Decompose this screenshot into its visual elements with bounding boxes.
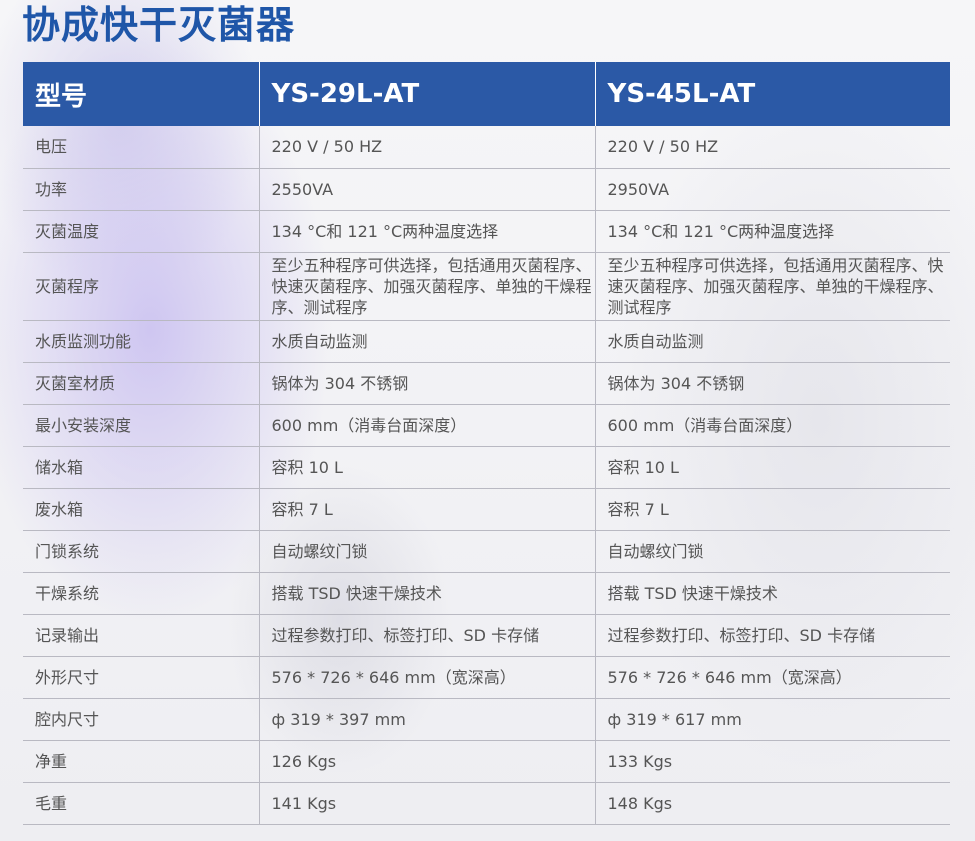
spec-label: 废水箱 — [23, 488, 259, 531]
spec-label: 储水箱 — [23, 446, 259, 489]
spec-label: 灭菌程序 — [23, 252, 259, 321]
spec-label: 最小安装深度 — [23, 404, 259, 447]
spec-value-29l: 576 * 726 * 646 mm（宽深高） — [258, 656, 595, 699]
spec-value-45l: 2950VA — [594, 168, 950, 211]
table-row: 毛重 141 Kgs 148 Kgs — [23, 782, 950, 825]
table-row: 废水箱 容积 7 L 容积 7 L — [23, 488, 950, 531]
spec-value-29l: 搭载 TSD 快速干燥技术 — [258, 572, 595, 615]
spec-label: 功率 — [23, 168, 259, 211]
spec-value-45l: 过程参数打印、标签打印、SD 卡存储 — [594, 614, 950, 657]
spec-value-29l: ф 319 * 397 mm — [258, 698, 595, 741]
table-row: 灭菌程序 至少五种程序可供选择，包括通用灭菌程序、快速灭菌程序、加强灭菌程序、单… — [23, 252, 950, 321]
spec-value-45l: 576 * 726 * 646 mm（宽深高） — [594, 656, 950, 699]
spec-value-45l: ф 319 * 617 mm — [594, 698, 950, 741]
header-model-29l: YS-29L-AT — [258, 62, 595, 126]
spec-value-45l: 容积 7 L — [594, 488, 950, 531]
spec-label: 毛重 — [23, 782, 259, 825]
header-row: 型号 YS-29L-AT YS-45L-AT — [23, 62, 950, 126]
spec-value-45l: 至少五种程序可供选择，包括通用灭菌程序、快速灭菌程序、加强灭菌程序、单独的干燥程… — [594, 252, 950, 321]
spec-value-29l: 水质自动监测 — [258, 320, 595, 363]
spec-label: 水质监测功能 — [23, 320, 259, 363]
table-row: 储水箱 容积 10 L 容积 10 L — [23, 446, 950, 489]
table-row: 记录输出 过程参数打印、标签打印、SD 卡存储 过程参数打印、标签打印、SD 卡… — [23, 614, 950, 657]
table-row: 净重 126 Kgs 133 Kgs — [23, 740, 950, 783]
spec-value-29l: 2550VA — [258, 168, 595, 211]
spec-value-45l: 220 V / 50 HZ — [594, 126, 950, 169]
page-title: 协成快干灭菌器 — [22, 3, 296, 47]
spec-value-45l: 148 Kgs — [594, 782, 950, 825]
spec-table: 型号 YS-29L-AT YS-45L-AT 电压 220 V / 50 HZ … — [23, 62, 950, 825]
table-row: 干燥系统 搭载 TSD 快速干燥技术 搭载 TSD 快速干燥技术 — [23, 572, 950, 615]
spec-value-45l: 水质自动监测 — [594, 320, 950, 363]
table-row: 外形尺寸 576 * 726 * 646 mm（宽深高） 576 * 726 *… — [23, 656, 950, 699]
spec-value-29l: 容积 7 L — [258, 488, 595, 531]
table-row: 最小安装深度 600 mm（消毒台面深度） 600 mm（消毒台面深度） — [23, 404, 950, 447]
spec-value-45l: 锅体为 304 不锈钢 — [594, 362, 950, 405]
table-row: 灭菌室材质 锅体为 304 不锈钢 锅体为 304 不锈钢 — [23, 362, 950, 405]
table-row: 灭菌温度 134 °C和 121 °C两种温度选择 134 °C和 121 °C… — [23, 210, 950, 253]
spec-value-45l: 600 mm（消毒台面深度） — [594, 404, 950, 447]
spec-label: 净重 — [23, 740, 259, 783]
spec-value-45l: 134 °C和 121 °C两种温度选择 — [594, 210, 950, 253]
table-row: 门锁系统 自动螺纹门锁 自动螺纹门锁 — [23, 530, 950, 573]
spec-label: 灭菌室材质 — [23, 362, 259, 405]
spec-value-45l: 搭载 TSD 快速干燥技术 — [594, 572, 950, 615]
spec-label: 外形尺寸 — [23, 656, 259, 699]
spec-value-29l: 过程参数打印、标签打印、SD 卡存储 — [258, 614, 595, 657]
spec-label: 门锁系统 — [23, 530, 259, 573]
spec-value-45l: 133 Kgs — [594, 740, 950, 783]
spec-value-29l: 自动螺纹门锁 — [258, 530, 595, 573]
spec-label: 电压 — [23, 126, 259, 169]
spec-value-29l: 141 Kgs — [258, 782, 595, 825]
table-row: 功率 2550VA 2950VA — [23, 168, 950, 211]
spec-value-45l: 容积 10 L — [594, 446, 950, 489]
table-row: 电压 220 V / 50 HZ 220 V / 50 HZ — [23, 126, 950, 169]
spec-value-29l: 容积 10 L — [258, 446, 595, 489]
header-model-45l: YS-45L-AT — [594, 62, 950, 126]
spec-value-29l: 126 Kgs — [258, 740, 595, 783]
table-row: 腔内尺寸 ф 319 * 397 mm ф 319 * 617 mm — [23, 698, 950, 741]
spec-value-45l: 自动螺纹门锁 — [594, 530, 950, 573]
spec-label: 灭菌温度 — [23, 210, 259, 253]
spec-label: 干燥系统 — [23, 572, 259, 615]
table-row: 水质监测功能 水质自动监测 水质自动监测 — [23, 320, 950, 363]
spec-value-29l: 600 mm（消毒台面深度） — [258, 404, 595, 447]
spec-label: 腔内尺寸 — [23, 698, 259, 741]
spec-value-29l: 至少五种程序可供选择，包括通用灭菌程序、快速灭菌程序、加强灭菌程序、单独的干燥程… — [258, 252, 595, 321]
spec-value-29l: 锅体为 304 不锈钢 — [258, 362, 595, 405]
spec-label: 记录输出 — [23, 614, 259, 657]
spec-value-29l: 220 V / 50 HZ — [258, 126, 595, 169]
spec-value-29l: 134 °C和 121 °C两种温度选择 — [258, 210, 595, 253]
header-model-label: 型号 — [23, 62, 259, 126]
